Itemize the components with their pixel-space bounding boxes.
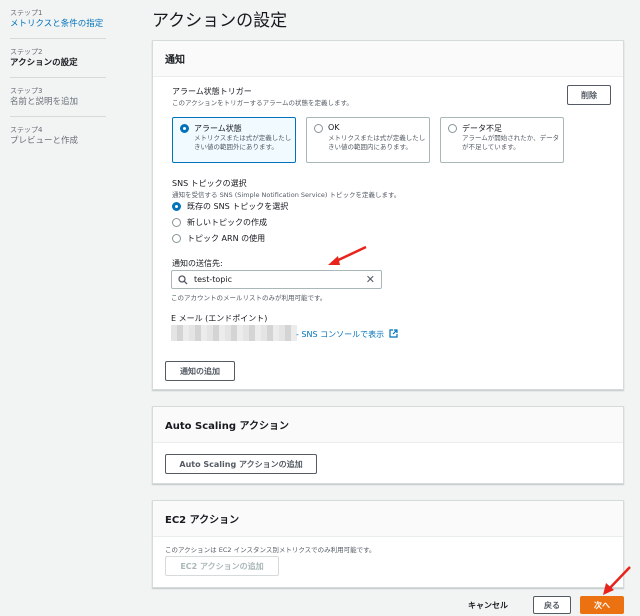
- step-title: 名前と説明を追加: [10, 97, 79, 107]
- sns-console-link[interactable]: - SNS コンソールで表示: [296, 329, 398, 340]
- sns-topic-description: 通知を受信する SNS (Simple Notification Service…: [172, 191, 401, 199]
- tile-title: OK: [328, 123, 340, 132]
- wizard-steps: ステップ1 メトリクスと条件の指定 ステップ2 アクションの設定 ステップ3 名…: [10, 8, 106, 163]
- sns-topic-label: SNS トピックの選択: [172, 179, 247, 188]
- option-label: 新しいトピックの作成: [187, 218, 267, 227]
- tile-title: データ不足: [462, 124, 502, 133]
- radio-icon[interactable]: [314, 124, 323, 133]
- radio-icon[interactable]: [172, 218, 181, 227]
- tile-description: アラームが開始されたか、データが不足しています。: [462, 134, 560, 151]
- step-label: ステップ1: [10, 9, 43, 17]
- send-to-label: 通知の送信先:: [172, 259, 223, 268]
- trigger-label: アラーム状態トリガー: [172, 87, 252, 96]
- add-ec2-action-button: EC2 アクションの追加: [165, 556, 279, 576]
- search-hint: このアカウントのメールリストのみが利用可能です。: [171, 294, 327, 302]
- next-button[interactable]: 次へ: [580, 596, 624, 614]
- radio-checked-icon[interactable]: [180, 124, 189, 133]
- tile-ok[interactable]: OK メトリクスまたは式が定義したしきい値の範囲内にあります。: [306, 117, 430, 163]
- step-1[interactable]: ステップ1 メトリクスと条件の指定: [10, 8, 106, 39]
- radio-icon[interactable]: [448, 124, 457, 133]
- delete-button[interactable]: 削除: [567, 85, 611, 105]
- tile-title: アラーム状態: [194, 124, 242, 133]
- step-label: ステップ4: [10, 126, 43, 134]
- sns-option-arn[interactable]: トピック ARN の使用: [172, 233, 265, 244]
- search-value[interactable]: test-topic: [194, 275, 232, 284]
- tile-alarm-state[interactable]: アラーム状態 メトリクスまたは式が定義したしきい値の範囲外にあります。: [172, 117, 296, 163]
- step-title: プレビューと作成: [10, 136, 79, 146]
- panel-header: EC2 アクション: [153, 501, 623, 537]
- email-endpoint-label: E メール (エンドポイント): [171, 314, 268, 323]
- step-4: ステップ4 プレビューと作成: [10, 125, 106, 155]
- step-title-link[interactable]: メトリクスと条件の指定: [10, 18, 106, 30]
- add-autoscaling-action-button[interactable]: Auto Scaling アクションの追加: [165, 454, 317, 474]
- step-3: ステップ3 名前と説明を追加: [10, 86, 106, 117]
- step-label: ステップ3: [10, 87, 43, 95]
- tile-insufficient-data[interactable]: データ不足 アラームが開始されたか、データが不足しています。: [440, 117, 564, 163]
- tile-description: メトリクスまたは式が定義したしきい値の範囲外にあります。: [194, 134, 292, 151]
- step-2: ステップ2 アクションの設定: [10, 47, 106, 78]
- external-link-icon: [389, 329, 398, 338]
- sns-option-existing[interactable]: 既存の SNS トピックを選択: [172, 201, 288, 212]
- ec2-description: このアクションは EC2 インスタンス別メトリクスでのみ利用可能です。: [165, 546, 376, 554]
- link-label[interactable]: - SNS コンソールで表示: [296, 330, 384, 339]
- sns-option-new[interactable]: 新しいトピックの作成: [172, 217, 267, 228]
- panel-header: 通知: [153, 41, 623, 77]
- option-label: 既存の SNS トピックを選択: [187, 202, 289, 211]
- step-label: ステップ2: [10, 48, 43, 56]
- trigger-description: このアクションをトリガーするアラームの状態を定義します。: [172, 99, 353, 107]
- clear-icon[interactable]: ✕: [366, 273, 375, 286]
- cancel-button[interactable]: キャンセル: [468, 600, 508, 611]
- option-label: トピック ARN の使用: [187, 234, 266, 243]
- search-icon: [178, 275, 188, 285]
- back-button[interactable]: 戻る: [533, 596, 571, 614]
- topic-search-input[interactable]: test-topic ✕: [171, 270, 382, 289]
- tile-description: メトリクスまたは式が定義したしきい値の範囲内にあります。: [328, 134, 426, 151]
- radio-checked-icon[interactable]: [172, 202, 181, 211]
- step-title-current: アクションの設定: [10, 58, 78, 68]
- redacted-email: [171, 325, 297, 341]
- panel-header: Auto Scaling アクション: [153, 407, 623, 443]
- page-title: アクションの設定: [152, 11, 288, 31]
- add-notification-button[interactable]: 通知の追加: [165, 361, 235, 381]
- radio-icon[interactable]: [172, 234, 181, 243]
